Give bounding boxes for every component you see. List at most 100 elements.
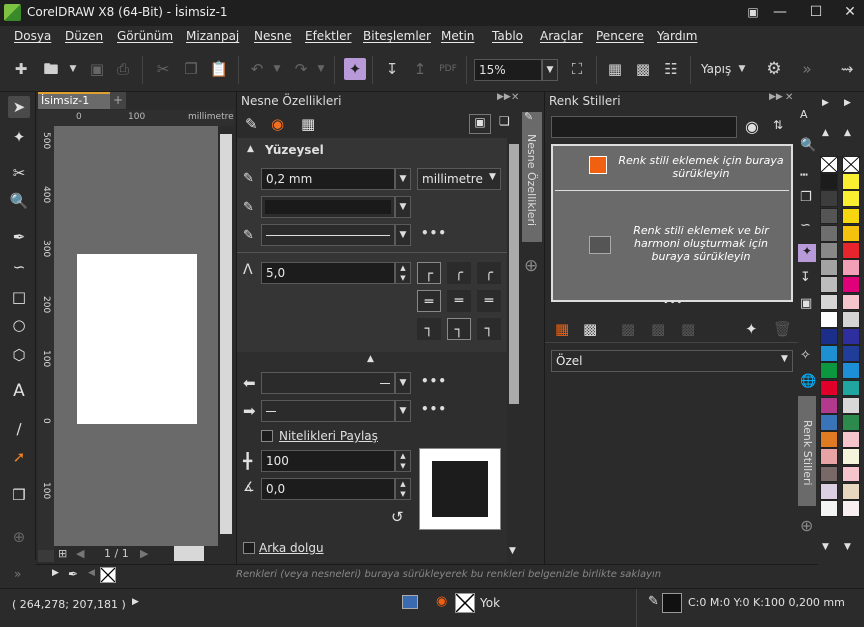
first-page-icon[interactable]: ◀ — [76, 547, 84, 560]
palette-scroll-up-icon[interactable]: ▲ — [844, 128, 851, 138]
palette-swatch[interactable] — [842, 396, 860, 414]
no-color-swatch[interactable] — [100, 567, 116, 583]
text-docker-icon[interactable]: A — [800, 108, 808, 121]
search-docker-icon[interactable]: 🔍 — [800, 138, 816, 153]
palette-swatch[interactable] — [820, 482, 838, 500]
menu-edit[interactable]: Düzen — [65, 29, 103, 43]
docker-tab-color-styles[interactable]: Renk Stilleri — [798, 396, 816, 506]
menu-tools[interactable]: Araçlar — [540, 29, 583, 43]
palette-swatch[interactable] — [842, 276, 860, 294]
property-bar-icon[interactable]: ⇝ — [836, 58, 858, 80]
outline-color-picker[interactable] — [261, 196, 395, 218]
resize-handle-icon[interactable]: ••• — [663, 298, 683, 308]
publish-pdf-icon[interactable]: PDF — [437, 58, 459, 80]
add-docker-icon[interactable]: ⊕ — [800, 516, 813, 535]
corner-bevel-button[interactable]: ╭ — [477, 262, 501, 284]
toolbox-expand-icon[interactable]: » — [0, 564, 36, 586]
palette-swatch[interactable] — [820, 396, 838, 414]
palette-menu-icon[interactable]: ▶ — [52, 568, 59, 578]
undo-icon[interactable]: ↶ — [246, 58, 268, 80]
download-docker-icon[interactable]: ↧ — [800, 270, 811, 285]
palette-swatch[interactable] — [820, 242, 838, 259]
document-page[interactable] — [77, 254, 197, 424]
outline-width-field[interactable]: 0,2 mm — [261, 168, 395, 190]
show-rulers-icon[interactable]: ▦ — [604, 58, 626, 80]
menu-layout[interactable]: Mizanpaj — [186, 29, 239, 43]
end-arrow-dropdown-icon[interactable]: ▼ — [395, 400, 411, 422]
position-inside-button[interactable]: ┐ — [477, 318, 501, 340]
position-center-button[interactable]: ┐ — [447, 318, 471, 340]
palette-swatch[interactable] — [820, 224, 838, 242]
palette-swatch[interactable] — [842, 328, 860, 345]
outline-width-dropdown-icon[interactable]: ▼ — [395, 168, 411, 190]
crop-tool-icon[interactable]: ✂ — [8, 162, 30, 184]
end-arrow-more-icon[interactable]: ••• — [421, 402, 447, 416]
palette-swatch[interactable] — [820, 379, 838, 397]
color-proofing-icon[interactable] — [402, 595, 418, 609]
align-docker-icon[interactable]: ┅ — [800, 168, 808, 183]
start-arrow-more-icon[interactable]: ••• — [421, 374, 447, 388]
palette-swatch[interactable] — [842, 224, 860, 242]
menu-text[interactable]: Metin — [441, 29, 474, 43]
palette-swatch[interactable] — [820, 293, 838, 311]
palette-swatch[interactable] — [842, 500, 860, 517]
palette-swatch[interactable] — [842, 362, 860, 380]
menu-bitmaps[interactable]: Biteşlemler — [363, 29, 431, 43]
palette-swatch[interactable] — [820, 465, 838, 483]
last-page-icon[interactable]: ▶ — [140, 547, 148, 560]
copy-icon[interactable]: ❐ — [180, 58, 202, 80]
position-outside-button[interactable]: ┐ — [417, 318, 441, 340]
palette-swatch[interactable] — [842, 207, 860, 225]
palette-swatch[interactable] — [842, 156, 860, 173]
share-attributes-checkbox[interactable] — [261, 430, 273, 442]
effects-docker-icon[interactable]: ✧ — [800, 348, 811, 363]
stretch-stepper[interactable]: ▲ ▼ — [395, 450, 411, 472]
transparency-icon[interactable]: ▦ — [301, 115, 315, 133]
globe-docker-icon[interactable]: 🌐 — [800, 374, 816, 389]
color-styles-drop-area[interactable]: Renk stili eklemek için buraya sürükleyi… — [551, 144, 793, 302]
redo-dropdown-icon[interactable]: ▼ — [310, 58, 332, 80]
outline-style-dropdown-icon[interactable]: ▼ — [395, 224, 411, 246]
menu-object[interactable]: Nesne — [254, 29, 292, 43]
end-arrow-select[interactable] — [261, 400, 395, 422]
toolbar-overflow-icon[interactable]: » — [796, 58, 818, 80]
behind-fill-checkbox[interactable] — [243, 542, 255, 554]
palette-swatch[interactable] — [820, 431, 838, 448]
text-tool-icon[interactable]: A — [8, 380, 30, 402]
delete-style-icon[interactable]: 🗑 — [773, 320, 792, 338]
cap-extended-button[interactable]: ═ — [477, 290, 501, 312]
palette-swatch[interactable] — [842, 293, 860, 311]
palette-expand-icon[interactable]: ▶ — [822, 98, 829, 108]
unit-dropdown-icon[interactable]: ▼ — [489, 172, 496, 182]
parallel-dimension-tool-icon[interactable]: ∕ — [8, 418, 30, 440]
snap-dropdown-icon[interactable]: ▼ — [731, 58, 753, 80]
add-docker-icon[interactable]: ⊕ — [524, 256, 538, 276]
panel-close-icon[interactable]: ✕ — [785, 92, 793, 103]
shape-tool-icon[interactable]: ✦ — [8, 126, 30, 148]
palette-swatch[interactable] — [820, 414, 838, 431]
undo-dropdown-icon[interactable]: ▼ — [266, 58, 288, 80]
palette-swatch[interactable] — [820, 190, 838, 208]
layers-docker-icon[interactable]: ▣ — [800, 296, 812, 311]
panel-options-icon[interactable]: ▣ — [469, 114, 491, 134]
add-page-icon[interactable]: ⊞ — [58, 547, 67, 560]
vertical-scrollbar[interactable] — [218, 126, 234, 546]
menu-help[interactable]: Yardım — [657, 29, 697, 43]
show-grid-icon[interactable]: ▩ — [632, 58, 654, 80]
maximize-button[interactable]: ☐ — [798, 0, 834, 26]
zoom-level-field[interactable]: 15% — [474, 59, 542, 81]
rectangle-tool-icon[interactable]: □ — [8, 286, 30, 308]
palette-swatch[interactable] — [820, 156, 838, 173]
menu-view[interactable]: Görünüm — [117, 29, 173, 43]
fill-bucket-icon[interactable]: ◉ — [271, 115, 284, 133]
miter-limit-stepper[interactable]: ▲ ▼ — [395, 262, 411, 284]
menu-window[interactable]: Pencere — [596, 29, 644, 43]
nib-shape-preview[interactable] — [419, 448, 501, 530]
palette-swatch[interactable] — [820, 207, 838, 225]
full-screen-preview-icon[interactable]: ⛶ — [566, 58, 588, 80]
nib-angle-field[interactable]: 0,0 — [261, 478, 395, 500]
nib-angle-stepper[interactable]: ▲ ▼ — [395, 478, 411, 500]
freehand-tool-icon[interactable]: ✒ — [8, 226, 30, 248]
palette-swatch[interactable] — [820, 276, 838, 294]
palette-swatch[interactable] — [820, 328, 838, 345]
